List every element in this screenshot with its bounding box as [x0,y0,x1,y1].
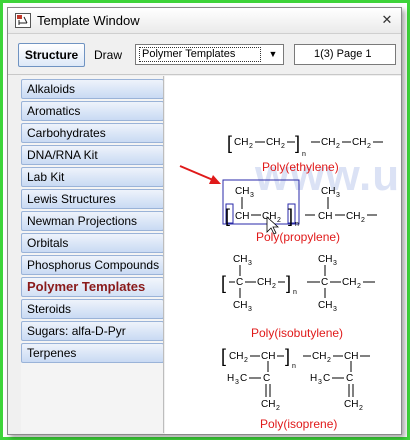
sidebar-item[interactable]: DNA/RNA Kit [21,145,163,165]
atom-ch2: CH [346,211,360,222]
atom-c: C [240,373,247,384]
repeat-n: n [292,363,296,370]
atom-h3c: H [227,373,234,384]
atom-ch: CH [318,211,332,222]
sidebar-item[interactable]: Carbohydrates [21,123,163,143]
atom-ch3: CH [321,186,335,197]
atom-ch3: CH [233,254,247,265]
subscript: 2 [249,143,253,150]
subscript: 2 [276,405,280,412]
atom-ch3: CH [235,186,249,197]
polyethylene-structure[interactable]: [ CH 2 CH 2 ] n CH 2 CH 2 [227,133,383,158]
bracket-left: [ [227,133,232,153]
subscript: 2 [361,217,365,224]
template-category-list: Alkaloids Aromatics Carbohydrates DNA/RNA K… [21,76,164,433]
sidebar-item[interactable]: Steroids [21,299,163,319]
sidebar-item[interactable]: Lab Kit [21,167,163,187]
tab-structure[interactable]: Structure [18,43,85,67]
tab-draw[interactable]: Draw [88,43,128,67]
subscript: 3 [250,192,254,199]
atom-ch3: CH [318,300,332,311]
subscript: 3 [248,306,252,313]
atom-ch2: CH [321,137,335,148]
molecule-window-icon [15,13,31,28]
polypropylene-structure[interactable]: [ CH 3 CH CH 2 ] n CH 3 CH CH 2 [222,179,377,235]
sidebar-item[interactable]: Polymer Templates [21,277,163,297]
close-icon[interactable]: ✕ [379,12,395,28]
subscript: 3 [336,192,340,199]
subscript: 3 [248,260,252,267]
polymer-name: Poly(isoprene) [260,417,338,431]
subscript: 3 [235,379,239,386]
subscript: 2 [357,283,361,290]
sidebar-item[interactable]: Alkaloids [21,79,163,99]
subscript: 3 [333,306,337,313]
bracket-right: ] [286,273,291,293]
atom-c: C [323,373,330,384]
atom-ch2: CH [234,137,248,148]
polymer-structures: [ CH 2 CH 2 ] n CH 2 CH 2 [CH 3 CH CH 2… [179,133,383,412]
screenshot-frame: Template Window ✕ Structure Draw Polymer… [0,0,410,440]
atom-h3c: H [310,373,317,384]
bracket-left: [ [221,346,226,366]
sidebar-item[interactable]: Terpenes [21,343,163,363]
subscript: 2 [336,143,340,150]
subscript: 2 [281,143,285,150]
sidebar-item[interactable]: Newman Projections [21,211,163,231]
subscript: 3 [333,260,337,267]
sidebar-item[interactable]: Aromatics [21,101,163,121]
polyisoprene-structure[interactable]: [ CH 2 CH ] n H 3 C C CH 2 CH 2 CH H 3 C… [221,346,370,412]
bracket-left: [ [225,206,230,226]
atom-ch2: CH [266,137,280,148]
subscript: 2 [244,357,248,364]
polymer-name: Poly(isobutylene) [251,326,344,340]
polymer-name: Poly(ethylene) [262,160,339,174]
atom-c: C [346,373,353,384]
window-title: Template Window [37,13,140,28]
atom-ch2: CH [352,137,366,148]
bracket-right: ] [285,346,290,366]
template-canvas[interactable]: www.urip.info [ CH 2 CH 2 ] n CH 2 [165,76,401,434]
atom-c: C [263,373,270,384]
title-bar[interactable]: Template Window ✕ [8,8,401,34]
atom-ch3: CH [318,254,332,265]
atom-ch2: CH [312,351,326,362]
sidebar-item[interactable]: Phosphorus Compounds [21,255,163,275]
toolbar: Structure Draw Polymer Templates ▼ 1(3) … [8,35,401,75]
bracket-right: ] [288,206,293,226]
atom-ch2: CH [229,351,243,362]
atom-ch2: CH [261,399,275,410]
subscript: 2 [367,143,371,150]
sidebar-item[interactable]: Sugars: alfa-D-Pyr [21,321,163,341]
atom-ch: CH [235,211,249,222]
subscript: 2 [359,405,363,412]
atom-c: C [321,277,328,288]
chevron-down-icon[interactable]: ▼ [265,47,281,62]
atom-ch: CH [344,351,358,362]
atom-ch: CH [261,351,275,362]
atom-ch2: CH [342,277,356,288]
subscript: 3 [318,379,322,386]
polymer-name: Poly(propylene) [256,230,341,244]
atom-c: C [236,277,243,288]
subscript: 2 [327,357,331,364]
polyisobutylene-structure[interactable]: [ CH 3 C CH 3 CH 2 ] n CH 3 C CH 3 CH 2 [221,254,375,313]
template-library-select[interactable]: Polymer Templates ▼ [135,44,284,65]
template-window: Template Window ✕ Structure Draw Polymer… [7,7,402,435]
template-library-value: Polymer Templates [139,47,261,62]
sidebar-item[interactable]: Lewis Structures [21,189,163,209]
repeat-n: n [295,221,299,228]
red-arrow-pointer-icon [179,165,221,184]
repeat-n: n [293,289,297,296]
bracket-left: [ [221,273,226,293]
repeat-n: n [302,151,306,158]
atom-ch3: CH [233,300,247,311]
subscript: 2 [277,217,281,224]
page-select[interactable]: 1(3) Page 1 [294,44,396,65]
sidebar-item[interactable]: Orbitals [21,233,163,253]
subscript: 2 [272,283,276,290]
atom-ch2: CH [344,399,358,410]
bracket-right: ] [295,133,300,153]
atom-ch2: CH [257,277,271,288]
